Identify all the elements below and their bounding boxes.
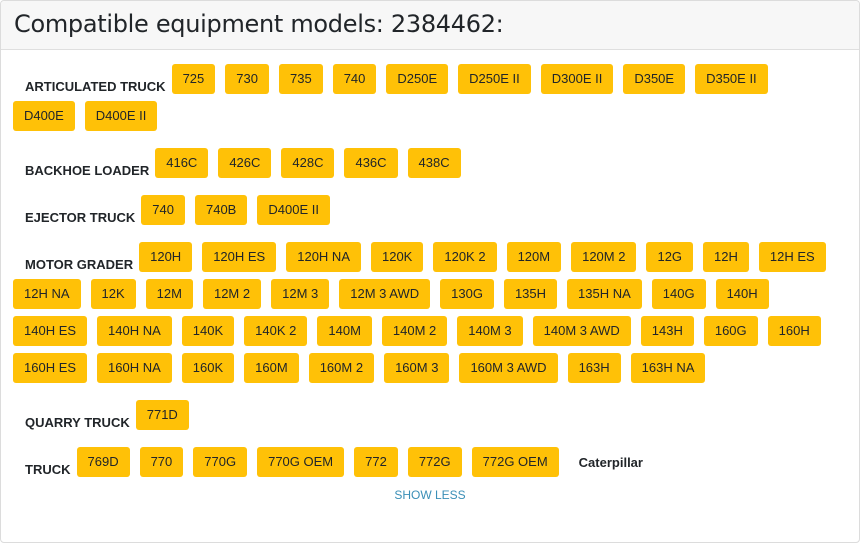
- model-chip[interactable]: 428C: [281, 148, 335, 178]
- model-chip[interactable]: 772G: [407, 447, 462, 477]
- model-chip[interactable]: 12H NA: [13, 279, 81, 309]
- model-chip[interactable]: 772: [354, 447, 398, 477]
- model-chip[interactable]: D400E II: [84, 101, 158, 131]
- model-chip[interactable]: 438C: [407, 148, 461, 178]
- model-chip[interactable]: 163H NA: [630, 353, 706, 383]
- category-row: QUARRY TRUCK 771D: [13, 400, 847, 437]
- model-chip[interactable]: 730: [225, 64, 269, 94]
- model-chip[interactable]: 135H: [503, 279, 558, 309]
- category-label: MOTOR GRADER: [25, 257, 134, 272]
- model-chip[interactable]: 740B: [194, 195, 248, 225]
- model-chip[interactable]: 160G: [703, 316, 758, 346]
- model-chip[interactable]: 12K: [90, 279, 136, 309]
- category-label: TRUCK: [25, 462, 71, 477]
- model-chip[interactable]: D350E II: [695, 64, 768, 94]
- model-chip[interactable]: 769D: [76, 447, 130, 477]
- category-label: ARTICULATED TRUCK: [25, 79, 166, 94]
- category-row: TRUCK 769D 770 770G 770G OEM 772 772G 772G OEM C…: [13, 447, 847, 484]
- model-chip[interactable]: D300E II: [540, 64, 614, 94]
- model-chip[interactable]: 160H: [767, 316, 821, 346]
- categories-list: ARTICULATED TRUCK 725 730 735 740 D250E D250E …: [1, 50, 859, 502]
- model-chip[interactable]: 120M: [506, 242, 562, 272]
- model-chip[interactable]: D250E: [386, 64, 449, 94]
- model-chip[interactable]: 735: [278, 64, 323, 94]
- model-chip[interactable]: 725: [171, 64, 216, 94]
- model-chip[interactable]: 140M 3: [457, 316, 523, 346]
- model-chip[interactable]: 160M: [244, 353, 299, 383]
- model-chip[interactable]: 12M: [145, 279, 193, 309]
- model-chip[interactable]: 740: [332, 64, 377, 94]
- model-chip[interactable]: 160K: [181, 353, 235, 383]
- model-chip[interactable]: 740: [141, 195, 185, 225]
- compatible-models-card: Compatible equipment models: 2384462: AR…: [0, 0, 860, 543]
- page-title: Compatible equipment models: 2384462:: [14, 10, 504, 38]
- model-chip[interactable]: 770: [139, 447, 184, 477]
- category-row: BACKHOE LOADER 416C 426C 428C 436C 438C: [13, 148, 847, 185]
- model-chip[interactable]: 770G OEM: [257, 447, 345, 477]
- model-chip[interactable]: 140M 2: [381, 316, 448, 346]
- model-chip[interactable]: 160H ES: [13, 353, 88, 383]
- category-label: BACKHOE LOADER: [25, 163, 150, 178]
- model-chip[interactable]: 120M 2: [571, 242, 637, 272]
- model-chip[interactable]: 140H NA: [97, 316, 172, 346]
- model-chip[interactable]: 12M 3 AWD: [339, 279, 431, 309]
- model-chip[interactable]: 140M 3 AWD: [532, 316, 631, 346]
- model-chip[interactable]: 140K 2: [244, 316, 308, 346]
- category-label: QUARRY TRUCK: [25, 415, 130, 430]
- category-row: MOTOR GRADER 120H 120H ES 120H NA 120K 120K 2…: [13, 242, 847, 390]
- model-chip[interactable]: 140K: [181, 316, 235, 346]
- model-chip[interactable]: 120H: [139, 242, 193, 272]
- model-chip[interactable]: 160M 2: [308, 353, 375, 383]
- model-chip[interactable]: 12M 3: [271, 279, 330, 309]
- model-chip[interactable]: 426C: [218, 148, 272, 178]
- brand-label: Caterpillar: [578, 454, 643, 470]
- model-chip[interactable]: 130G: [440, 279, 494, 309]
- model-chip[interactable]: 160M 3: [384, 353, 450, 383]
- model-chip[interactable]: 135H NA: [567, 279, 642, 309]
- model-chip[interactable]: 163H: [567, 353, 621, 383]
- model-chip[interactable]: 140M: [317, 316, 372, 346]
- model-chip[interactable]: 12M 2: [202, 279, 262, 309]
- model-chip[interactable]: 416C: [155, 148, 209, 178]
- model-chip[interactable]: D400E: [13, 101, 75, 131]
- model-chip[interactable]: 140H ES: [13, 316, 88, 346]
- model-chip[interactable]: D350E: [623, 64, 686, 94]
- model-chip[interactable]: 12H ES: [758, 242, 826, 272]
- model-chip[interactable]: 120H NA: [286, 242, 361, 272]
- category-label: EJECTOR TRUCK: [25, 210, 136, 225]
- model-chip[interactable]: 160H NA: [97, 353, 172, 383]
- model-chip[interactable]: D400E II: [257, 195, 330, 225]
- model-chip[interactable]: 120H ES: [202, 242, 277, 272]
- show-less-link[interactable]: SHOW LESS: [13, 488, 847, 502]
- model-chip[interactable]: 12G: [646, 242, 694, 272]
- model-chip[interactable]: 140H: [715, 279, 769, 309]
- model-chip[interactable]: 770G: [193, 447, 248, 477]
- model-chip[interactable]: 160M 3 AWD: [459, 353, 558, 383]
- model-chip[interactable]: 436C: [344, 148, 398, 178]
- category-row: EJECTOR TRUCK 740 740B D400E II: [13, 195, 847, 232]
- model-chip[interactable]: 143H: [640, 316, 694, 346]
- model-chip[interactable]: 771D: [135, 400, 189, 430]
- model-chip[interactable]: 120K: [370, 242, 424, 272]
- model-chip[interactable]: 120K 2: [433, 242, 497, 272]
- model-chip[interactable]: D250E II: [458, 64, 531, 94]
- model-chip[interactable]: 140G: [651, 279, 706, 309]
- model-chip[interactable]: 772G OEM: [471, 447, 559, 477]
- card-header: Compatible equipment models: 2384462:: [1, 1, 859, 50]
- model-chip[interactable]: 12H: [703, 242, 749, 272]
- category-row: ARTICULATED TRUCK 725 730 735 740 D250E D250E …: [13, 64, 847, 138]
